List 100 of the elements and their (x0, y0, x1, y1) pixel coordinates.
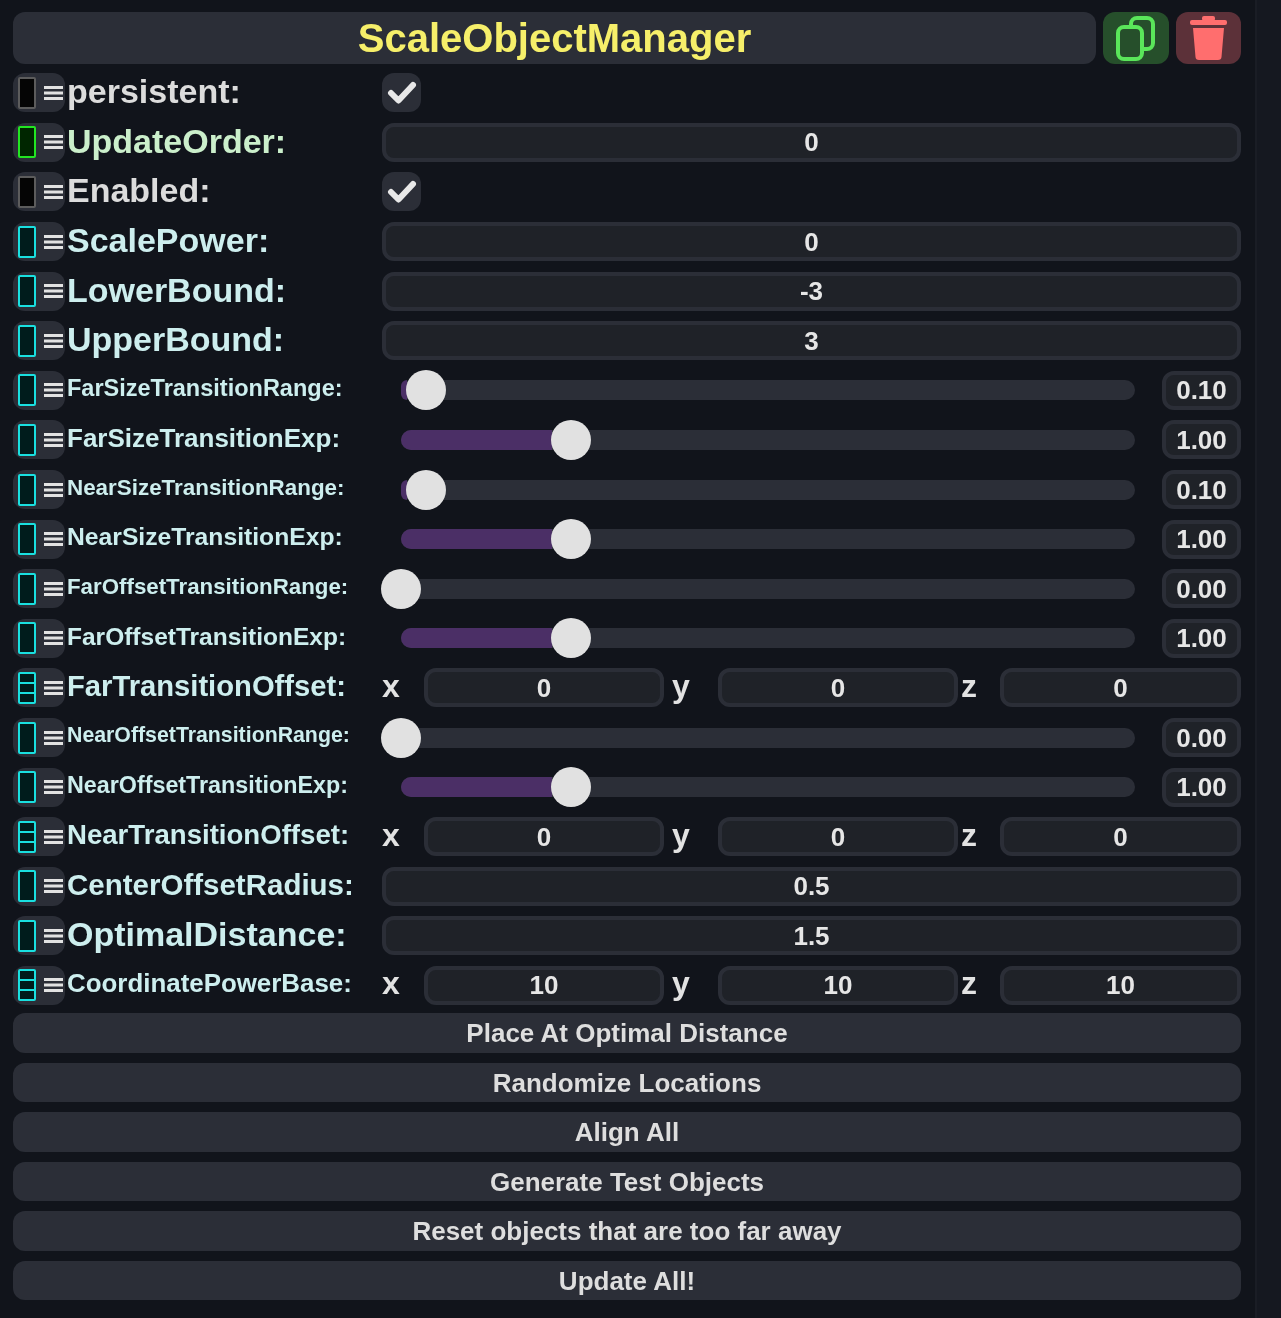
drag-handle[interactable] (13, 321, 65, 361)
value-field[interactable]: 1.00 (1162, 519, 1241, 559)
value-field[interactable]: 1.00 (1162, 767, 1241, 807)
menu-icon (44, 928, 63, 943)
value-field[interactable]: 1.00 (1162, 618, 1241, 658)
slider-thumb[interactable] (381, 717, 421, 758)
drag-handle[interactable] (13, 718, 65, 757)
action-button[interactable]: Place At Optimal Distance (13, 1013, 1241, 1053)
slider-thumb[interactable] (551, 419, 592, 460)
number-field[interactable]: 0 (1000, 817, 1241, 857)
menu-icon (44, 432, 63, 447)
drag-handle[interactable] (13, 172, 65, 212)
drag-handle[interactable] (13, 519, 65, 559)
field-label: FarOffsetTransitionRange: (67, 576, 349, 599)
drag-handle[interactable] (13, 767, 65, 807)
bar-icon (18, 176, 36, 208)
bar-icon (18, 225, 36, 258)
number-field[interactable]: 0 (424, 668, 664, 708)
value-field[interactable]: 0.00 (1162, 718, 1241, 757)
check-icon (386, 180, 417, 204)
bar-icon (18, 374, 36, 407)
checkbox[interactable] (382, 172, 421, 212)
menu-icon (44, 135, 63, 150)
slider-thumb[interactable] (551, 618, 592, 659)
menu-icon (44, 978, 63, 993)
drag-handle[interactable] (13, 222, 65, 262)
drag-handle[interactable] (13, 73, 65, 113)
bar-icon (18, 721, 36, 754)
checkbox[interactable] (382, 73, 421, 113)
axis-label: z (961, 669, 977, 702)
field-label: LowerBound: (67, 272, 287, 307)
axis-label: x (382, 967, 400, 1000)
field-label: NearOffsetTransitionExp: (67, 773, 348, 798)
value-field[interactable]: 1.00 (1162, 420, 1241, 460)
number-field[interactable]: 0 (1000, 668, 1241, 708)
action-button[interactable]: Generate Test Objects (13, 1161, 1241, 1202)
field-label: OptimalDistance: (67, 917, 347, 952)
field-label: Enabled: (67, 173, 211, 208)
number-field[interactable]: 3 (382, 321, 1241, 361)
field-label: NearSizeTransitionExp: (67, 525, 343, 550)
number-field[interactable]: 0 (718, 817, 958, 857)
drag-handle[interactable] (13, 370, 65, 410)
bar-icon (18, 622, 36, 655)
bar-icon (18, 76, 36, 109)
axis-label: x (382, 818, 400, 851)
value-field[interactable]: 0.10 (1162, 370, 1241, 410)
drag-handle[interactable] (13, 966, 65, 1005)
menu-icon (44, 631, 63, 646)
number-field[interactable]: 10 (1000, 966, 1241, 1005)
field-label: UpperBound: (67, 322, 285, 357)
action-button[interactable]: Randomize Locations (13, 1062, 1241, 1103)
number-field[interactable]: 0 (718, 668, 958, 708)
slider-thumb[interactable] (551, 519, 592, 560)
drag-handle[interactable] (13, 916, 65, 956)
menu-icon (44, 185, 63, 199)
drag-handle[interactable] (13, 420, 65, 460)
field-label: NearOffsetTransitionRange: (67, 725, 350, 747)
number-field[interactable]: 1.5 (382, 916, 1241, 956)
menu-icon (44, 780, 63, 795)
number-field[interactable]: 0 (382, 222, 1241, 262)
action-button[interactable]: Update All! (13, 1260, 1241, 1301)
field-label: NearSizeTransitionRange: (67, 476, 345, 500)
copy-icon (1116, 15, 1156, 61)
number-field[interactable]: 0 (382, 122, 1241, 162)
drag-handle[interactable] (13, 668, 65, 708)
number-field[interactable]: 0.5 (382, 866, 1241, 906)
number-field[interactable]: -3 (382, 271, 1241, 311)
value-field[interactable]: 0.00 (1162, 569, 1241, 609)
drag-handle[interactable] (13, 618, 65, 658)
axis-label: z (961, 967, 977, 1000)
segmented-bar-icon (18, 820, 36, 853)
field-label: NearTransitionOffset: (67, 821, 350, 849)
drag-handle[interactable] (13, 122, 65, 162)
duplicate-button[interactable] (1103, 12, 1169, 64)
action-button[interactable]: Reset objects that are too far away (13, 1211, 1241, 1251)
field-label: ScalePower: (67, 223, 270, 258)
delete-button[interactable] (1176, 12, 1241, 64)
value-field[interactable]: 0.10 (1162, 470, 1241, 510)
menu-icon (44, 730, 63, 745)
segmented-bar-icon (18, 969, 36, 1002)
drag-handle[interactable] (13, 817, 65, 857)
drag-handle[interactable] (13, 271, 65, 311)
number-field[interactable]: 0 (424, 817, 664, 857)
axis-label: y (672, 818, 690, 851)
field-label: persistent: (67, 74, 241, 109)
number-field[interactable]: 10 (718, 966, 958, 1005)
menu-icon (44, 284, 63, 299)
number-field[interactable]: 10 (424, 966, 664, 1005)
drag-handle[interactable] (13, 569, 65, 609)
action-button[interactable]: Align All (13, 1112, 1241, 1152)
drag-handle[interactable] (13, 470, 65, 510)
drag-handle[interactable] (13, 866, 65, 906)
axis-label: y (672, 669, 690, 702)
slider-thumb[interactable] (551, 767, 592, 808)
bar-icon (18, 523, 36, 556)
slider-thumb[interactable] (381, 568, 421, 609)
slider-thumb[interactable] (405, 469, 446, 510)
component-title: ScaleObjectManager (357, 18, 752, 58)
bar-icon (18, 919, 36, 952)
slider-thumb[interactable] (405, 370, 446, 411)
